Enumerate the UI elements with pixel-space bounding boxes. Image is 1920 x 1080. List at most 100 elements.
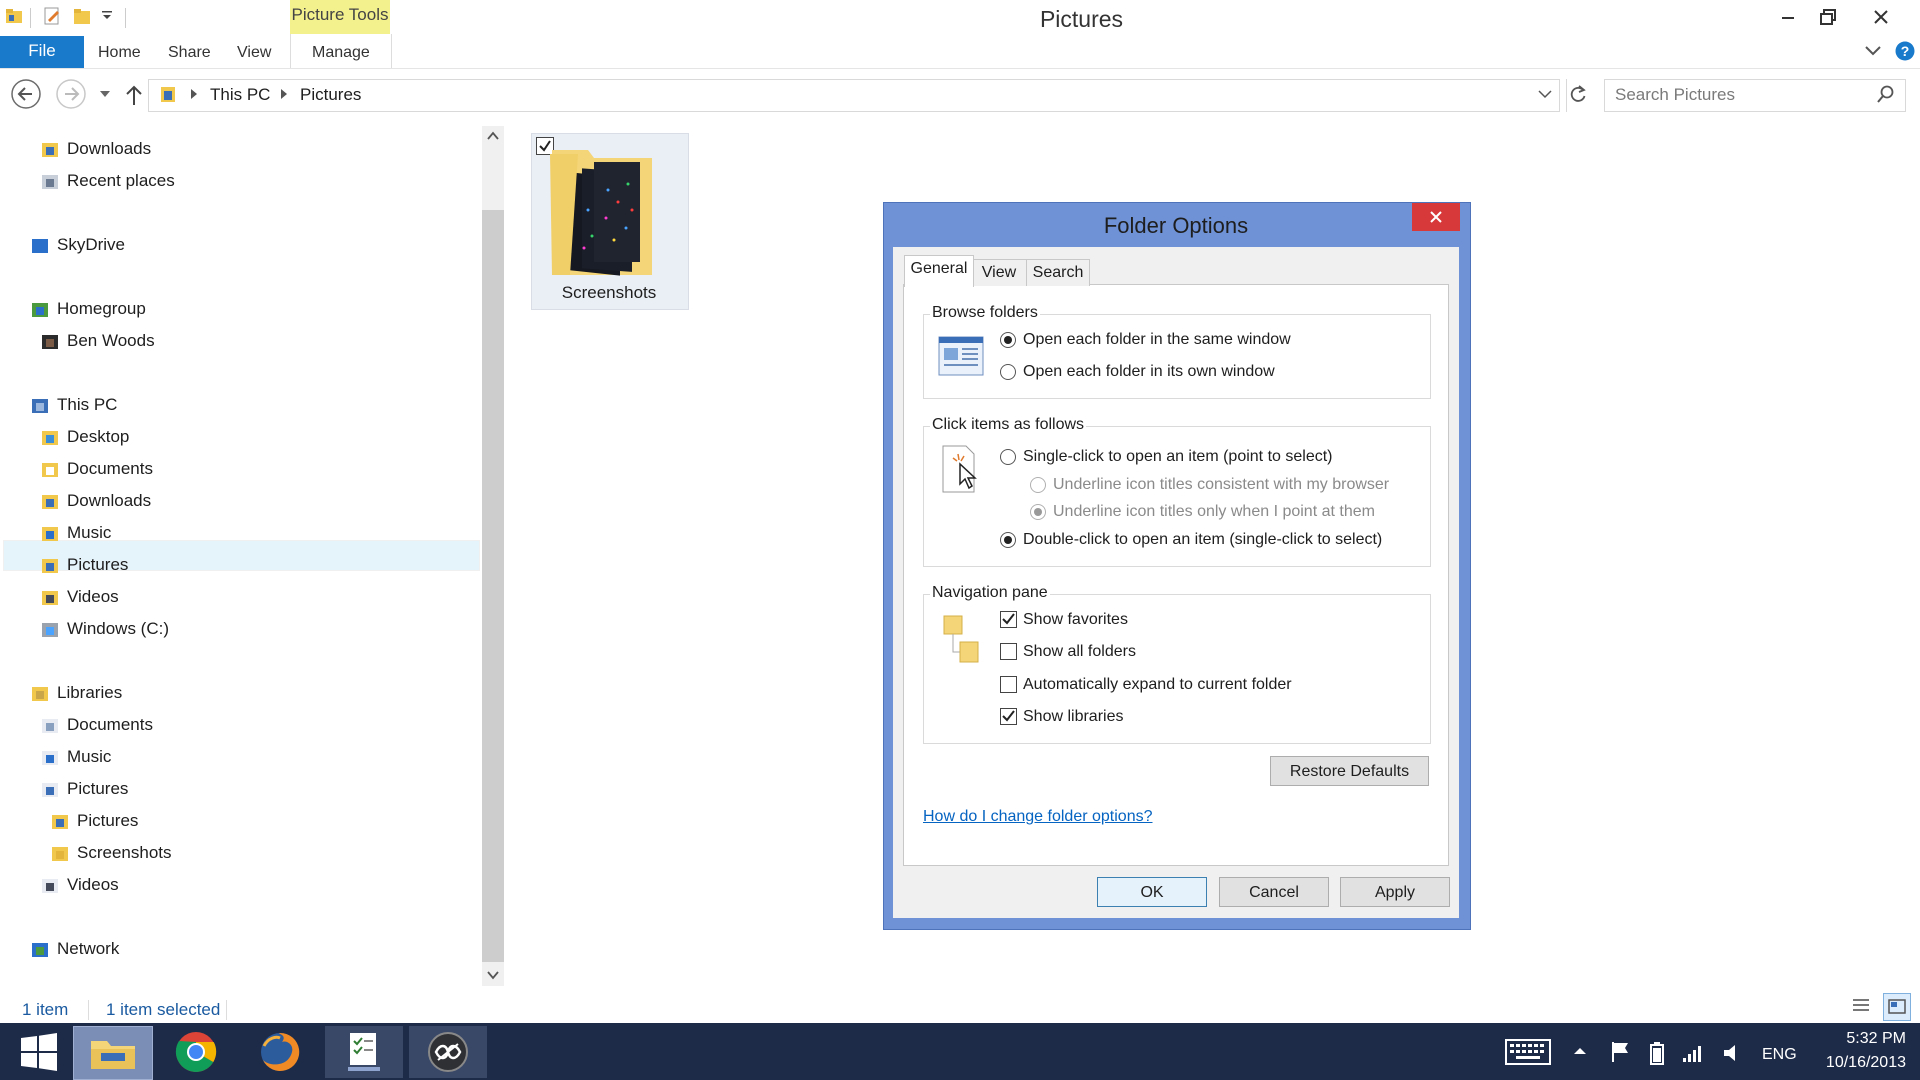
breadcrumb-separator-icon[interactable]	[279, 88, 289, 100]
nav-item-videos[interactable]: Videos	[67, 875, 119, 895]
search-icon[interactable]	[1876, 84, 1896, 104]
checkbox-show-libraries[interactable]	[1000, 708, 1017, 725]
radio-double-click[interactable]	[1000, 532, 1016, 548]
forward-button[interactable]	[55, 78, 87, 110]
radio-same-window[interactable]	[1000, 332, 1016, 348]
nav-item-music[interactable]: Music	[67, 523, 111, 543]
nav-item-libraries[interactable]: Libraries	[57, 683, 122, 703]
tab-manage[interactable]: Manage	[312, 44, 370, 62]
details-view-button[interactable]	[1850, 995, 1872, 1017]
option-show-libraries[interactable]: Show libraries	[1023, 708, 1123, 726]
refresh-button[interactable]	[1567, 83, 1589, 105]
nav-item-screenshots[interactable]: Screenshots	[77, 843, 172, 863]
clock-date[interactable]: 10/16/2013	[1810, 1054, 1906, 1072]
nav-item-videos[interactable]: Videos	[67, 587, 119, 607]
nav-item-ben-woods[interactable]: Ben Woods	[67, 331, 155, 351]
taskbar-chrome[interactable]	[157, 1026, 235, 1078]
checkmark-icon	[1002, 710, 1015, 722]
network-signal-icon[interactable]	[1681, 1042, 1703, 1064]
dialog-close-button[interactable]	[1412, 203, 1460, 231]
nav-item-downloads[interactable]: Downloads	[67, 491, 151, 511]
nav-item-pictures[interactable]: Pictures	[67, 555, 128, 575]
checkbox-show-all-folders[interactable]	[1000, 643, 1017, 660]
tab-view[interactable]: View	[237, 44, 271, 62]
restore-button[interactable]	[1805, 0, 1851, 34]
taskbar-app[interactable]	[409, 1026, 487, 1078]
help-icon[interactable]: ?	[1895, 41, 1915, 61]
nav-item-skydrive[interactable]: SkyDrive	[57, 235, 125, 255]
option-underline-point[interactable]: Underline icon titles only when I point …	[1053, 503, 1375, 521]
restore-defaults-button[interactable]: Restore Defaults	[1270, 756, 1429, 786]
tab-share[interactable]: Share	[168, 44, 211, 62]
nav-item-music[interactable]: Music	[67, 747, 111, 767]
breadcrumb-this-pc[interactable]: This PC	[210, 85, 270, 105]
nav-item-desktop[interactable]: Desktop	[67, 427, 129, 447]
checkbox-auto-expand[interactable]	[1000, 676, 1017, 693]
homegroup-icon	[30, 299, 50, 319]
taskbar-tasks-app[interactable]	[325, 1026, 403, 1078]
file-tab[interactable]: File	[0, 36, 84, 68]
help-link[interactable]: How do I change folder options?	[923, 808, 1152, 826]
nav-scrollbar-thumb[interactable]	[482, 210, 504, 962]
taskbar-file-explorer[interactable]	[73, 1026, 153, 1080]
navigation-pane-icon	[940, 612, 980, 668]
large-icons-view-button[interactable]	[1883, 993, 1911, 1021]
input-language[interactable]: ENG	[1762, 1046, 1797, 1064]
address-history-dropdown-icon[interactable]	[1537, 88, 1553, 100]
restore-icon	[1820, 9, 1836, 25]
expand-ribbon-chevron-icon[interactable]	[1864, 44, 1882, 58]
option-auto-expand[interactable]: Automatically expand to current folder	[1023, 676, 1292, 694]
tab-view[interactable]: View	[971, 259, 1027, 286]
option-single-click[interactable]: Single-click to open an item (point to s…	[1023, 448, 1332, 466]
browse-folders-label: Browse folders	[930, 304, 1040, 322]
close-button[interactable]	[1858, 0, 1904, 34]
show-hidden-icons-icon[interactable]	[1573, 1046, 1587, 1056]
ok-button[interactable]: OK	[1097, 877, 1207, 907]
option-same-window[interactable]: Open each folder in the same window	[1023, 331, 1291, 349]
volume-icon[interactable]	[1721, 1042, 1743, 1064]
chrome-icon	[175, 1032, 217, 1072]
dialog-title: Folder Options	[1103, 213, 1249, 238]
start-button[interactable]	[0, 1026, 78, 1078]
up-button[interactable]	[124, 83, 144, 107]
recent-locations-dropdown-icon[interactable]	[99, 89, 111, 99]
option-underline-browser[interactable]: Underline icon titles consistent with my…	[1053, 476, 1389, 494]
checkbox-show-favorites[interactable]	[1000, 611, 1017, 628]
battery-icon[interactable]	[1647, 1040, 1669, 1066]
scroll-up-arrow-icon[interactable]	[486, 130, 500, 142]
nav-item-recent-places[interactable]: Recent places	[67, 171, 175, 191]
breadcrumb-pictures[interactable]: Pictures	[300, 85, 361, 105]
option-show-all-folders[interactable]: Show all folders	[1023, 643, 1136, 661]
nav-item-this-pc[interactable]: This PC	[57, 395, 117, 415]
radio-underline-browser[interactable]	[1030, 477, 1046, 493]
breadcrumb-separator-icon[interactable]	[189, 88, 199, 100]
videos-folder-icon	[40, 587, 60, 607]
nav-item-downloads[interactable]: Downloads	[67, 139, 151, 159]
action-center-flag-icon[interactable]	[1610, 1040, 1632, 1064]
videos-library-icon	[40, 875, 60, 895]
cancel-button[interactable]: Cancel	[1219, 877, 1329, 907]
folder-label[interactable]: Screenshots	[531, 283, 687, 303]
tab-search[interactable]: Search	[1026, 259, 1090, 286]
scroll-down-arrow-icon[interactable]	[486, 969, 500, 981]
radio-single-click[interactable]	[1000, 449, 1016, 465]
tab-home[interactable]: Home	[98, 44, 141, 62]
apply-button[interactable]: Apply	[1340, 877, 1450, 907]
tab-general[interactable]: General	[904, 255, 974, 287]
nav-item-pictures[interactable]: Pictures	[67, 779, 128, 799]
nav-item-pictures[interactable]: Pictures	[77, 811, 138, 831]
radio-underline-point[interactable]	[1030, 504, 1046, 520]
nav-item-network[interactable]: Network	[57, 939, 119, 959]
option-own-window[interactable]: Open each folder in its own window	[1023, 363, 1275, 381]
touch-keyboard-icon[interactable]	[1505, 1038, 1551, 1066]
option-double-click[interactable]: Double-click to open an item (single-cli…	[1023, 531, 1382, 549]
nav-item-documents[interactable]: Documents	[67, 459, 153, 479]
clock-time[interactable]: 5:32 PM	[1826, 1030, 1906, 1048]
nav-item-homegroup[interactable]: Homegroup	[57, 299, 146, 319]
radio-own-window[interactable]	[1000, 364, 1016, 380]
back-button[interactable]	[10, 78, 42, 110]
nav-item-windows-c[interactable]: Windows (C:)	[67, 619, 169, 639]
nav-item-documents[interactable]: Documents	[67, 715, 153, 735]
taskbar-firefox[interactable]	[241, 1026, 319, 1078]
option-show-favorites[interactable]: Show favorites	[1023, 611, 1128, 629]
